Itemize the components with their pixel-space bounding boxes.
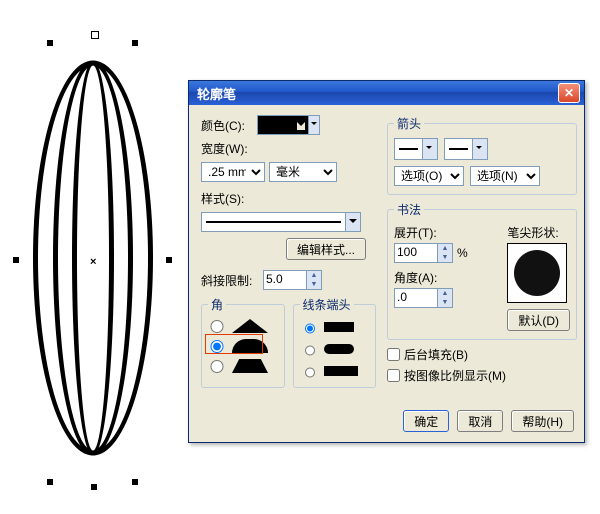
selection-handle[interactable] xyxy=(47,479,53,485)
selection-handle[interactable] xyxy=(91,31,99,39)
arrow-options-left[interactable]: 选项(O) xyxy=(394,166,464,186)
behind-fill-label: 后台填充(B) xyxy=(404,346,468,363)
stretch-label: 展开(T): xyxy=(394,224,497,241)
cap-square-icon xyxy=(324,366,358,376)
cap-butt-icon xyxy=(324,322,354,332)
selection-handle[interactable] xyxy=(166,257,172,263)
dialog-titlebar[interactable]: 轮廓笔 ✕ xyxy=(189,81,584,105)
arrows-legend: 箭头 xyxy=(394,115,424,132)
corner-bevel-radio[interactable] xyxy=(208,360,226,373)
close-button[interactable]: ✕ xyxy=(558,83,580,103)
selection-handle[interactable] xyxy=(91,484,97,490)
behind-fill-checkbox[interactable] xyxy=(387,348,400,361)
color-swatch[interactable] xyxy=(257,115,320,135)
width-unit-select[interactable]: 毫米 xyxy=(269,162,337,182)
corner-miter-icon xyxy=(232,319,268,333)
corner-round-radio[interactable] xyxy=(208,340,226,353)
corner-round-icon xyxy=(232,339,268,353)
default-button[interactable]: 默认(D) xyxy=(507,309,570,331)
scale-with-image-label: 按图像比例显示(M) xyxy=(404,367,506,384)
angle-input[interactable]: ▲▼ xyxy=(394,288,453,308)
arrow-end-select[interactable] xyxy=(444,138,488,160)
selection-handle[interactable] xyxy=(13,257,19,263)
cap-square-radio[interactable] xyxy=(305,366,315,379)
help-button[interactable]: 帮助(H) xyxy=(511,410,574,432)
style-label: 样式(S): xyxy=(201,190,253,207)
corner-bevel-icon xyxy=(232,359,268,373)
width-label: 宽度(W): xyxy=(201,140,253,157)
canvas-artwork: × xyxy=(10,25,175,490)
miter-limit-label: 斜接限制: xyxy=(201,272,259,289)
cap-round-icon xyxy=(324,344,354,354)
selection-handle[interactable] xyxy=(132,40,138,46)
corner-miter-radio[interactable] xyxy=(208,320,226,333)
nib-preview xyxy=(507,243,567,303)
selection-handle[interactable] xyxy=(132,479,138,485)
cap-round-radio[interactable] xyxy=(305,344,315,357)
width-select[interactable]: .25 mm xyxy=(201,162,265,182)
edit-style-button[interactable]: 编辑样式... xyxy=(286,238,366,260)
style-select[interactable] xyxy=(201,212,361,232)
close-icon: ✕ xyxy=(564,87,574,99)
selection-handle[interactable] xyxy=(47,40,53,46)
dialog-title: 轮廓笔 xyxy=(197,84,236,103)
percent-label: % xyxy=(457,246,468,260)
ok-button[interactable]: 确定 xyxy=(403,410,449,432)
nib-shape-label: 笔尖形状: xyxy=(507,224,570,241)
arrow-start-select[interactable] xyxy=(394,138,438,160)
miter-limit-input[interactable]: ▲▼ xyxy=(263,270,322,290)
cancel-button[interactable]: 取消 xyxy=(457,410,503,432)
color-label: 颜色(C): xyxy=(201,117,253,134)
calligraphy-legend: 书法 xyxy=(394,201,424,218)
angle-label: 角度(A): xyxy=(394,269,497,286)
cap-butt-radio[interactable] xyxy=(305,322,315,335)
selection-center-icon: × xyxy=(90,256,96,268)
outline-pen-dialog: 轮廓笔 ✕ 颜色(C): 宽度(W): .25 mm 毫米 xyxy=(188,80,585,443)
stretch-input[interactable]: ▲▼ xyxy=(394,243,453,263)
scale-with-image-checkbox[interactable] xyxy=(387,369,400,382)
corners-legend: 角 xyxy=(208,296,226,313)
caps-legend: 线条端头 xyxy=(300,296,354,313)
arrow-options-right[interactable]: 选项(N) xyxy=(470,166,540,186)
